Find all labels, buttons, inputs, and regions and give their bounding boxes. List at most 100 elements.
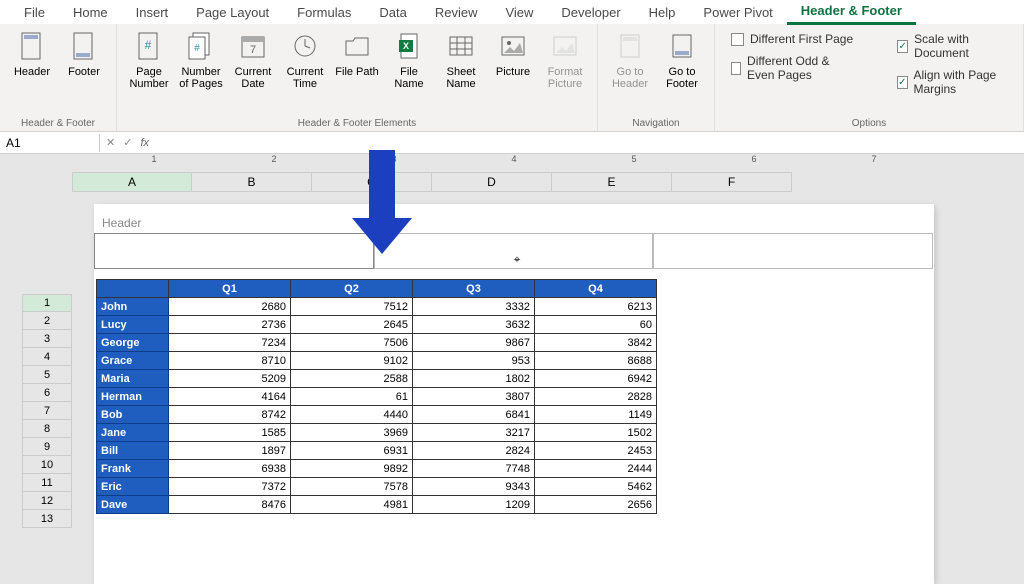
row-header[interactable]: 2 [22, 312, 72, 330]
ribbon-tab-developer[interactable]: Developer [547, 1, 634, 24]
value-cell[interactable]: 2680 [169, 298, 291, 316]
value-cell[interactable]: 6213 [535, 298, 657, 316]
value-cell[interactable]: 6942 [535, 370, 657, 388]
ribbon-tab-insert[interactable]: Insert [122, 1, 183, 24]
value-cell[interactable]: 3807 [413, 388, 535, 406]
file-name-button[interactable]: XFile Name [385, 28, 433, 108]
value-cell[interactable]: 953 [413, 352, 535, 370]
value-cell[interactable]: 2453 [535, 442, 657, 460]
name-cell[interactable]: Dave [97, 496, 169, 514]
value-cell[interactable]: 7748 [413, 460, 535, 478]
value-cell[interactable]: 8476 [169, 496, 291, 514]
ribbon-tab-page-layout[interactable]: Page Layout [182, 1, 283, 24]
name-cell[interactable]: Bob [97, 406, 169, 424]
value-cell[interactable]: 9343 [413, 478, 535, 496]
current-date-button[interactable]: 7Current Date [229, 28, 277, 108]
value-cell[interactable]: 3332 [413, 298, 535, 316]
value-cell[interactable]: 5209 [169, 370, 291, 388]
scale-checkbox[interactable]: ✓Scale with Document [897, 32, 1007, 60]
ribbon-tab-data[interactable]: Data [365, 1, 420, 24]
row-header[interactable]: 6 [22, 384, 72, 402]
name-cell[interactable]: Jane [97, 424, 169, 442]
value-cell[interactable]: 61 [291, 388, 413, 406]
picture-button[interactable]: Picture [489, 28, 537, 108]
goto-footer-button[interactable]: Go to Footer [658, 28, 706, 108]
value-cell[interactable]: 3842 [535, 334, 657, 352]
value-cell[interactable]: 2444 [535, 460, 657, 478]
value-cell[interactable]: 7234 [169, 334, 291, 352]
value-cell[interactable]: 3217 [413, 424, 535, 442]
file-path-button[interactable]: File Path [333, 28, 381, 108]
header-button[interactable]: Header [8, 28, 56, 108]
row-header[interactable]: 13 [22, 510, 72, 528]
header-center-input[interactable]: ⌖ [374, 233, 654, 269]
table-header[interactable]: Q4 [535, 280, 657, 298]
value-cell[interactable]: 2828 [535, 388, 657, 406]
name-cell[interactable]: Herman [97, 388, 169, 406]
value-cell[interactable]: 7372 [169, 478, 291, 496]
name-cell[interactable]: Eric [97, 478, 169, 496]
enter-icon[interactable]: ✓ [123, 136, 132, 149]
value-cell[interactable]: 7506 [291, 334, 413, 352]
value-cell[interactable]: 1149 [535, 406, 657, 424]
value-cell[interactable]: 8742 [169, 406, 291, 424]
name-cell[interactable]: George [97, 334, 169, 352]
name-cell[interactable]: Lucy [97, 316, 169, 334]
name-cell[interactable]: Bill [97, 442, 169, 460]
header-right-input[interactable] [653, 233, 933, 269]
value-cell[interactable]: 2656 [535, 496, 657, 514]
row-header[interactable]: 11 [22, 474, 72, 492]
row-header[interactable]: 10 [22, 456, 72, 474]
column-header[interactable]: E [552, 172, 672, 192]
column-header[interactable]: A [72, 172, 192, 192]
value-cell[interactable]: 9102 [291, 352, 413, 370]
name-cell[interactable]: Maria [97, 370, 169, 388]
footer-button[interactable]: Footer [60, 28, 108, 108]
ribbon-tab-header-footer[interactable]: Header & Footer [787, 0, 916, 25]
sheet-name-button[interactable]: Sheet Name [437, 28, 485, 108]
value-cell[interactable]: 9892 [291, 460, 413, 478]
current-time-button[interactable]: Current Time [281, 28, 329, 108]
fx-icon[interactable]: fx [140, 137, 149, 149]
table-header[interactable]: Q3 [413, 280, 535, 298]
value-cell[interactable]: 5462 [535, 478, 657, 496]
ribbon-tab-formulas[interactable]: Formulas [283, 1, 365, 24]
value-cell[interactable]: 1585 [169, 424, 291, 442]
row-header[interactable]: 9 [22, 438, 72, 456]
table-header[interactable]: Q2 [291, 280, 413, 298]
value-cell[interactable]: 7512 [291, 298, 413, 316]
row-header[interactable]: 8 [22, 420, 72, 438]
row-header[interactable]: 5 [22, 366, 72, 384]
value-cell[interactable]: 3632 [413, 316, 535, 334]
diff-odd-even-checkbox[interactable]: Different Odd & Even Pages [731, 54, 857, 82]
value-cell[interactable]: 6931 [291, 442, 413, 460]
value-cell[interactable]: 9867 [413, 334, 535, 352]
ribbon-tab-view[interactable]: View [491, 1, 547, 24]
value-cell[interactable]: 60 [535, 316, 657, 334]
header-left-input[interactable] [94, 233, 374, 269]
table-header[interactable] [97, 280, 169, 298]
row-header[interactable]: 3 [22, 330, 72, 348]
align-checkbox[interactable]: ✓Align with Page Margins [897, 68, 1007, 96]
column-header[interactable]: B [192, 172, 312, 192]
value-cell[interactable]: 6938 [169, 460, 291, 478]
value-cell[interactable]: 4440 [291, 406, 413, 424]
value-cell[interactable]: 2824 [413, 442, 535, 460]
row-header[interactable]: 12 [22, 492, 72, 510]
ribbon-tab-power-pivot[interactable]: Power Pivot [689, 1, 786, 24]
name-cell[interactable]: Frank [97, 460, 169, 478]
value-cell[interactable]: 2736 [169, 316, 291, 334]
name-cell[interactable]: John [97, 298, 169, 316]
value-cell[interactable]: 2645 [291, 316, 413, 334]
column-header[interactable]: D [432, 172, 552, 192]
name-box[interactable]: A1 [0, 134, 100, 152]
value-cell[interactable]: 1502 [535, 424, 657, 442]
value-cell[interactable]: 6841 [413, 406, 535, 424]
value-cell[interactable]: 4164 [169, 388, 291, 406]
ribbon-tab-review[interactable]: Review [421, 1, 492, 24]
row-header[interactable]: 4 [22, 348, 72, 366]
value-cell[interactable]: 8688 [535, 352, 657, 370]
column-header[interactable]: F [672, 172, 792, 192]
value-cell[interactable]: 7578 [291, 478, 413, 496]
value-cell[interactable]: 3969 [291, 424, 413, 442]
